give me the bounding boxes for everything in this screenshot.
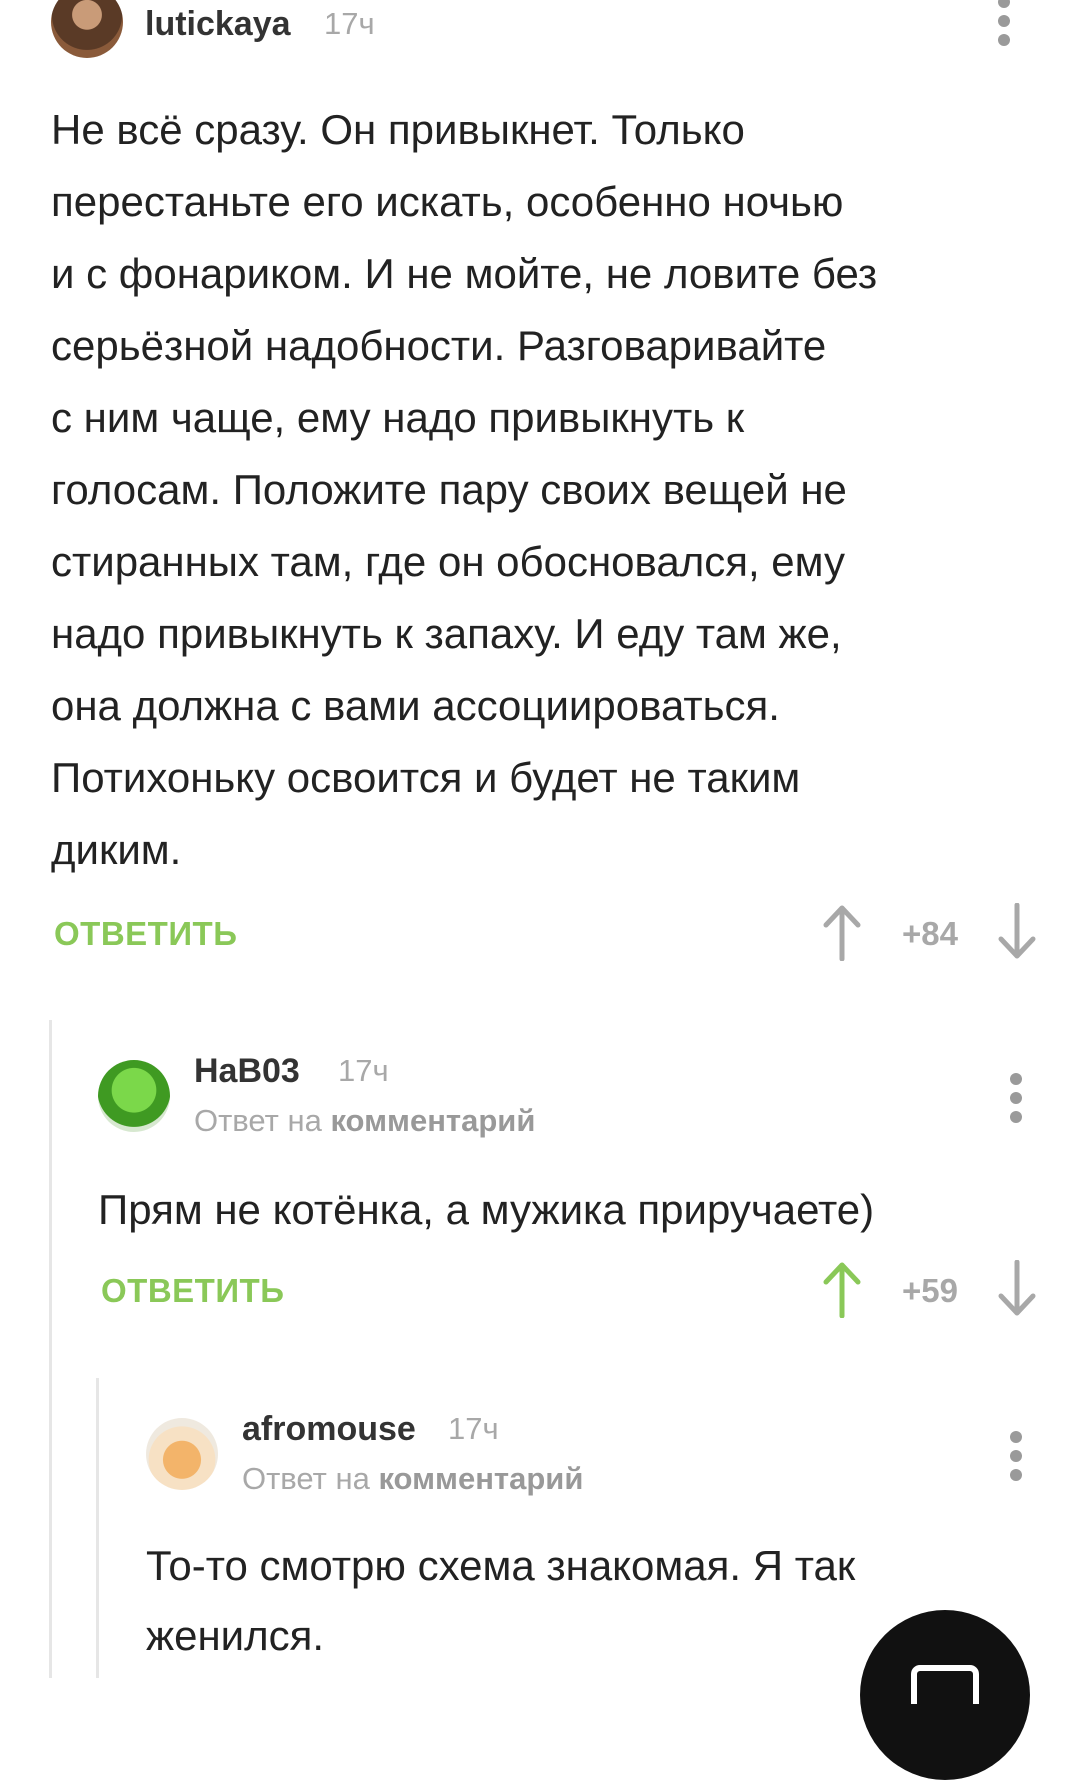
more-vertical-icon[interactable] <box>1006 1431 1026 1481</box>
comment-text-line: То-то смотрю схема знакомая. Я так <box>146 1542 856 1589</box>
comment-text-line: женился. <box>146 1612 325 1659</box>
comment-afromouse: afromouse 17ч Ответ на комментарий То-то… <box>0 0 1080 1678</box>
reply-to-label: Ответ на комментарий <box>242 1461 583 1497</box>
avatar[interactable] <box>146 1418 218 1490</box>
reply-to-prefix: Ответ на <box>242 1461 370 1496</box>
compose-fab[interactable] <box>860 1610 1030 1780</box>
compose-icon <box>911 1665 979 1704</box>
comment-time: 17ч <box>448 1411 499 1446</box>
reply-to-link[interactable]: комментарий <box>378 1461 583 1496</box>
author-name[interactable]: afromouse <box>242 1410 416 1449</box>
